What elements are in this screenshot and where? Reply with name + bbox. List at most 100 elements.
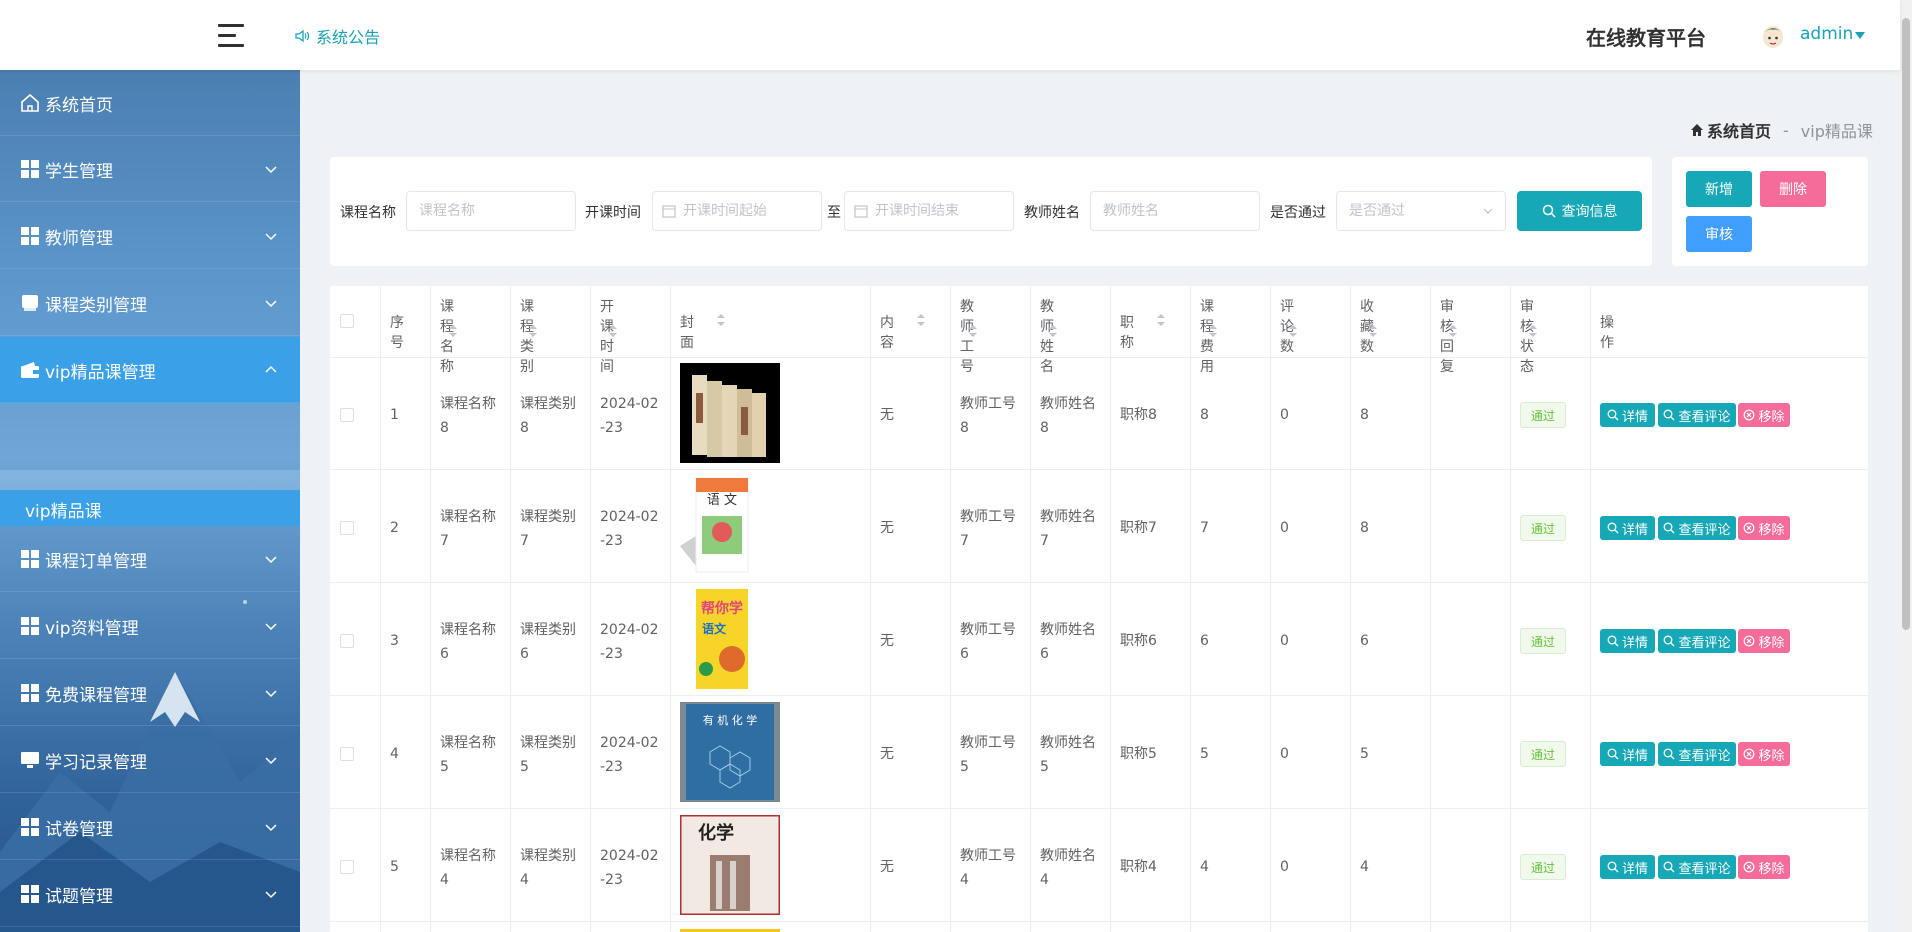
- avatar[interactable]: [1760, 22, 1786, 50]
- cell-favorites: 4: [1360, 859, 1369, 875]
- search-icon: [1664, 409, 1675, 421]
- search-icon: [1664, 635, 1675, 647]
- cell-content: 无: [880, 520, 894, 536]
- sort-icon[interactable]: [608, 324, 618, 338]
- remove-button[interactable]: 移除: [1738, 516, 1790, 540]
- sidebar-item-teachers[interactable]: 教师管理: [0, 203, 300, 269]
- cell-teacher-name: 教师姓名 6: [1040, 622, 1096, 662]
- sort-icon[interactable]: [1368, 324, 1378, 338]
- sidebar-item-questions[interactable]: 试题管理: [0, 861, 300, 927]
- sidebar-item-free-courses[interactable]: 免费课程管理: [0, 660, 300, 726]
- sidebar-item-label: vip资料管理: [45, 619, 139, 639]
- sidebar-item-label: 学生管理: [45, 162, 113, 182]
- view-comments-button[interactable]: 查看评论: [1658, 516, 1736, 540]
- breadcrumb-current: vip精品课: [1800, 122, 1873, 141]
- view-comments-button[interactable]: 查看评论: [1658, 403, 1736, 427]
- close-circle-icon: [1744, 861, 1755, 873]
- row-checkbox[interactable]: [340, 747, 354, 761]
- sidebar-item-study-records[interactable]: 学习记录管理: [0, 727, 300, 793]
- detail-button[interactable]: 详情: [1600, 403, 1655, 427]
- status-badge: 通过: [1520, 741, 1566, 767]
- passed-select[interactable]: [1336, 191, 1506, 231]
- sidebar-item-home[interactable]: 系统首页: [0, 70, 300, 136]
- delete-button[interactable]: 删除: [1760, 171, 1826, 207]
- cell-title: 职称8: [1120, 407, 1157, 423]
- sidebar-item-label: 试题管理: [45, 887, 113, 907]
- detail-button[interactable]: 详情: [1600, 516, 1655, 540]
- notice-label: 系统公告: [316, 28, 381, 47]
- sidebar-item-vip-courses[interactable]: vip精品课管理: [0, 337, 300, 403]
- menu-toggle-icon[interactable]: [218, 24, 246, 48]
- page-scrollbar[interactable]: [1900, 0, 1912, 932]
- sidebar-item-course-orders[interactable]: 课程订单管理: [0, 526, 300, 592]
- breadcrumb-home[interactable]: 系统首页: [1690, 118, 1771, 142]
- row-checkbox[interactable]: [340, 860, 354, 874]
- system-notice-link[interactable]: 系统公告: [294, 24, 380, 48]
- sidebar-item-exam-papers[interactable]: 试卷管理: [0, 794, 300, 860]
- cover-image[interactable]: 化学: [680, 815, 780, 915]
- search-icon: [1607, 522, 1619, 534]
- sort-icon[interactable]: [1156, 313, 1166, 327]
- query-button[interactable]: 查询信息: [1517, 191, 1642, 231]
- teacher-name-input[interactable]: [1090, 191, 1260, 231]
- caret-down-icon[interactable]: [1855, 32, 1865, 39]
- row-checkbox[interactable]: [340, 634, 354, 648]
- remove-button[interactable]: 移除: [1738, 855, 1790, 879]
- cell-teacher-name: 教师姓名 7: [1040, 509, 1096, 549]
- course-name-input[interactable]: [406, 191, 576, 231]
- sort-icon[interactable]: [1208, 324, 1218, 338]
- sort-icon[interactable]: [448, 324, 458, 338]
- view-comments-button[interactable]: 查看评论: [1658, 742, 1736, 766]
- detail-button[interactable]: 详情: [1600, 855, 1655, 879]
- sort-icon[interactable]: [528, 324, 538, 338]
- search-panel: 课程名称 开课时间 至 教师姓名 是否通过 查询信息: [330, 157, 1652, 266]
- open-time-end-input[interactable]: [844, 191, 1014, 231]
- speaker-icon: [295, 29, 310, 43]
- detail-button[interactable]: 详情: [1600, 629, 1655, 653]
- sidebar-item-label: 学习记录管理: [45, 753, 147, 773]
- sort-icon[interactable]: [1528, 324, 1538, 338]
- remove-button[interactable]: 移除: [1738, 629, 1790, 653]
- calendar-icon: [854, 205, 868, 218]
- submenu-item-vip-courses[interactable]: vip精品课: [0, 490, 300, 526]
- sort-icon[interactable]: [968, 324, 978, 338]
- chevron-down-icon: [265, 690, 277, 698]
- grid-icon: [21, 617, 39, 635]
- sort-icon[interactable]: [916, 313, 926, 327]
- cover-image[interactable]: 有 机 化 学: [680, 702, 780, 802]
- cell-title: 职称4: [1120, 859, 1157, 875]
- sort-icon[interactable]: [716, 313, 726, 327]
- grid-icon: [21, 684, 39, 702]
- scrollbar-thumb[interactable]: [1902, 18, 1910, 630]
- detail-button[interactable]: 详情: [1600, 742, 1655, 766]
- row-checkbox[interactable]: [340, 408, 354, 422]
- sort-icon[interactable]: [1048, 324, 1058, 338]
- add-button[interactable]: 新增: [1686, 171, 1752, 207]
- user-menu[interactable]: admin: [1800, 24, 1853, 44]
- sort-icon[interactable]: [1448, 324, 1458, 338]
- audit-button[interactable]: 审核: [1686, 216, 1752, 252]
- open-time-start-input[interactable]: [652, 191, 822, 231]
- svg-text:语文: 语文: [702, 621, 727, 636]
- remove-button[interactable]: 移除: [1738, 742, 1790, 766]
- sidebar-item-vip-materials[interactable]: vip资料管理: [0, 593, 300, 659]
- cell-course-name: 课程名称 8: [440, 396, 496, 436]
- row-checkbox[interactable]: [340, 521, 354, 535]
- sidebar-item-students[interactable]: 学生管理: [0, 136, 300, 202]
- remove-button[interactable]: 移除: [1738, 403, 1790, 427]
- cover-image[interactable]: 语 文: [680, 476, 780, 576]
- sort-icon[interactable]: [1288, 324, 1298, 338]
- search-icon: [1664, 522, 1675, 534]
- view-comments-button[interactable]: 查看评论: [1658, 629, 1736, 653]
- cell-favorites: 5: [1360, 746, 1369, 762]
- cell-fee: 5: [1200, 746, 1209, 762]
- chevron-down-icon: [265, 824, 277, 832]
- wallet-icon: [21, 362, 39, 378]
- cover-image[interactable]: 帮你学 语文: [680, 589, 780, 689]
- course-name-label: 课程名称: [340, 205, 396, 221]
- cell-comments: 0: [1280, 407, 1289, 423]
- cover-image[interactable]: [680, 363, 780, 463]
- sidebar-item-course-categories[interactable]: 课程类别管理: [0, 270, 300, 336]
- view-comments-button[interactable]: 查看评论: [1658, 855, 1736, 879]
- select-all-checkbox[interactable]: [340, 314, 354, 328]
